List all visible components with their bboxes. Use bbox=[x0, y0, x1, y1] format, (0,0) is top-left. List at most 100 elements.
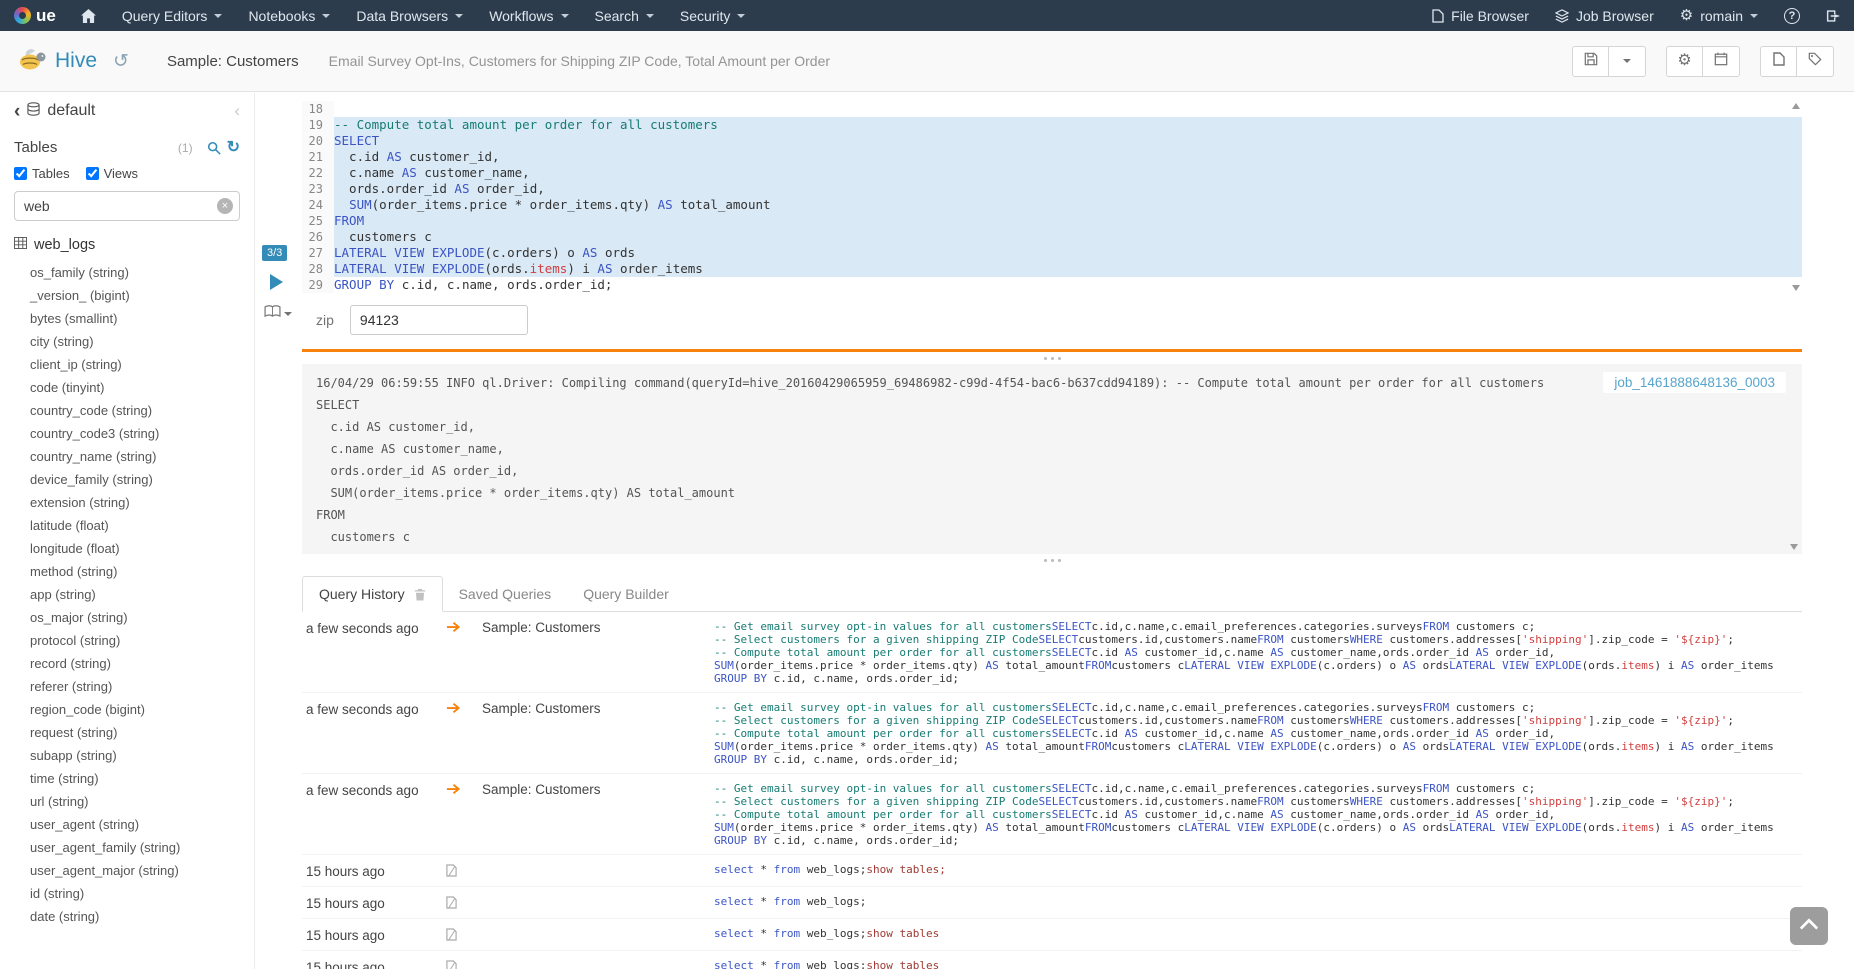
tags-button[interactable] bbox=[1797, 46, 1834, 77]
table-search-input[interactable] bbox=[14, 191, 240, 221]
column-item[interactable]: app (string) bbox=[14, 583, 240, 606]
tab-saved-queries[interactable]: Saved Queries bbox=[443, 576, 568, 611]
history-row[interactable]: a few seconds agoSample: Customers-- Get… bbox=[302, 774, 1802, 855]
tab-query-history[interactable]: Query History bbox=[302, 576, 443, 612]
query-history-icon[interactable]: ↺ bbox=[113, 50, 129, 73]
query-title[interactable]: Sample: Customers bbox=[167, 53, 299, 70]
nav-menu-data-browsers[interactable]: Data Browsers bbox=[343, 0, 476, 31]
column-item[interactable]: latitude (float) bbox=[14, 514, 240, 537]
editor-line[interactable]: 19-- Compute total amount per order for … bbox=[302, 117, 1802, 133]
column-item[interactable]: country_code (string) bbox=[14, 399, 240, 422]
views-checkbox[interactable] bbox=[86, 167, 99, 180]
column-item[interactable]: date (string) bbox=[14, 905, 240, 928]
editor-line[interactable]: 24 SUM(order_items.price * order_items.q… bbox=[302, 197, 1802, 213]
editor-line[interactable]: 20SELECT bbox=[302, 133, 1802, 149]
history-row[interactable]: 15 hours agoselect * from web_logs; bbox=[302, 887, 1802, 919]
column-item[interactable]: time (string) bbox=[14, 767, 240, 790]
collapse-sidebar-icon[interactable]: ‹ bbox=[234, 101, 240, 121]
column-item[interactable]: user_agent (string) bbox=[14, 813, 240, 836]
nav-menu-query-editors[interactable]: Query Editors bbox=[109, 0, 236, 31]
trash-icon[interactable] bbox=[414, 588, 426, 601]
app-name[interactable]: Hive bbox=[55, 49, 97, 73]
editor-scrollbar[interactable] bbox=[1790, 101, 1802, 293]
editor-line[interactable]: 29GROUP BY c.id, c.name, ords.order_id; bbox=[302, 277, 1802, 293]
history-query-name[interactable]: Sample: Customers bbox=[482, 620, 714, 635]
editor-line[interactable]: 21 c.id AS customer_id, bbox=[302, 149, 1802, 165]
column-item[interactable]: country_name (string) bbox=[14, 445, 240, 468]
column-item[interactable]: device_family (string) bbox=[14, 468, 240, 491]
variable-zip-input[interactable] bbox=[350, 305, 528, 335]
user-menu[interactable]: ⚙ romain bbox=[1667, 0, 1771, 31]
column-item[interactable]: request (string) bbox=[14, 721, 240, 744]
help-button[interactable]: ? bbox=[1771, 0, 1813, 31]
column-item[interactable]: os_major (string) bbox=[14, 606, 240, 629]
column-item[interactable]: region_code (bigint) bbox=[14, 698, 240, 721]
save-options-button[interactable] bbox=[1609, 46, 1646, 77]
editor-line[interactable]: 18 bbox=[302, 101, 1802, 117]
history-row[interactable]: a few seconds agoSample: Customers-- Get… bbox=[302, 693, 1802, 774]
column-item[interactable]: url (string) bbox=[14, 790, 240, 813]
column-item[interactable]: _version_ (bigint) bbox=[14, 284, 240, 307]
column-item[interactable]: id (string) bbox=[14, 882, 240, 905]
column-item[interactable]: user_agent_major (string) bbox=[14, 859, 240, 882]
job-link[interactable]: job_1461888648136_0003 bbox=[1603, 372, 1786, 393]
column-item[interactable]: record (string) bbox=[14, 652, 240, 675]
resize-grip[interactable] bbox=[302, 554, 1802, 566]
query-log[interactable]: 16/04/29 06:59:55 INFO ql.Driver: Compil… bbox=[302, 364, 1802, 554]
column-item[interactable]: subapp (string) bbox=[14, 744, 240, 767]
home-button[interactable] bbox=[68, 0, 109, 31]
editor-line[interactable]: 25FROM bbox=[302, 213, 1802, 229]
tables-checkbox[interactable] bbox=[14, 167, 27, 180]
column-item[interactable]: extension (string) bbox=[14, 491, 240, 514]
scroll-down-icon[interactable] bbox=[1792, 285, 1800, 291]
column-item[interactable]: referer (string) bbox=[14, 675, 240, 698]
scroll-up-icon[interactable] bbox=[1792, 103, 1800, 109]
column-item[interactable]: country_code3 (string) bbox=[14, 422, 240, 445]
column-item[interactable]: city (string) bbox=[14, 330, 240, 353]
column-item[interactable]: method (string) bbox=[14, 560, 240, 583]
column-item[interactable]: bytes (smallint) bbox=[14, 307, 240, 330]
editor-line[interactable]: 28LATERAL VIEW EXPLODE(ords.items) i AS … bbox=[302, 261, 1802, 277]
nav-menu-security[interactable]: Security bbox=[667, 0, 759, 31]
history-row[interactable]: 15 hours agoselect * from web_logs;show … bbox=[302, 855, 1802, 887]
job-browser-link[interactable]: Job Browser bbox=[1542, 0, 1667, 31]
settings-button[interactable]: ⚙ bbox=[1666, 46, 1703, 77]
history-query-name[interactable]: Sample: Customers bbox=[482, 701, 714, 716]
resize-grip[interactable] bbox=[302, 352, 1802, 364]
editor-line[interactable]: 22 c.name AS customer_name, bbox=[302, 165, 1802, 181]
nav-menu-workflows[interactable]: Workflows bbox=[476, 0, 581, 31]
editor-line[interactable]: 26 customers c bbox=[302, 229, 1802, 245]
nav-menu-notebooks[interactable]: Notebooks bbox=[235, 0, 343, 31]
column-item[interactable]: os_family (string) bbox=[14, 261, 240, 284]
nav-menu-search[interactable]: Search bbox=[582, 0, 667, 31]
column-item[interactable]: client_ip (string) bbox=[14, 353, 240, 376]
new-query-button[interactable] bbox=[1760, 46, 1797, 77]
format-menu-button[interactable] bbox=[264, 305, 292, 323]
column-item[interactable]: protocol (string) bbox=[14, 629, 240, 652]
history-query-name[interactable]: Sample: Customers bbox=[482, 782, 714, 797]
filter-views[interactable]: Views bbox=[86, 166, 138, 181]
schedule-button[interactable] bbox=[1703, 46, 1740, 77]
database-name[interactable]: default bbox=[47, 102, 95, 120]
logout-button[interactable] bbox=[1813, 0, 1854, 31]
tab-query-builder[interactable]: Query Builder bbox=[567, 576, 685, 611]
refresh-icon[interactable]: ↻ bbox=[227, 140, 240, 156]
editor-line[interactable]: 23 ords.order_id AS order_id, bbox=[302, 181, 1802, 197]
history-row[interactable]: 15 hours agoselect * from web_logs;show … bbox=[302, 919, 1802, 951]
scroll-to-top-button[interactable] bbox=[1790, 907, 1828, 945]
code-editor[interactable]: 1819-- Compute total amount per order fo… bbox=[302, 101, 1802, 293]
execute-button[interactable] bbox=[270, 274, 283, 290]
table-item-web-logs[interactable]: web_logs bbox=[14, 237, 240, 253]
editor-line[interactable]: 27LATERAL VIEW EXPLODE(c.orders) o AS or… bbox=[302, 245, 1802, 261]
back-icon[interactable]: ‹ bbox=[14, 102, 20, 121]
filter-tables[interactable]: Tables bbox=[14, 166, 70, 181]
column-item[interactable]: code (tinyint) bbox=[14, 376, 240, 399]
log-scroll-down-icon[interactable] bbox=[1790, 544, 1798, 550]
column-item[interactable]: user_agent_family (string) bbox=[14, 836, 240, 859]
hue-logo[interactable]: ue bbox=[0, 0, 68, 31]
save-button[interactable] bbox=[1572, 46, 1609, 77]
history-row[interactable]: a few seconds agoSample: Customers-- Get… bbox=[302, 612, 1802, 693]
table-search-icon[interactable] bbox=[207, 141, 221, 155]
file-browser-link[interactable]: File Browser bbox=[1419, 0, 1542, 31]
column-item[interactable]: longitude (float) bbox=[14, 537, 240, 560]
